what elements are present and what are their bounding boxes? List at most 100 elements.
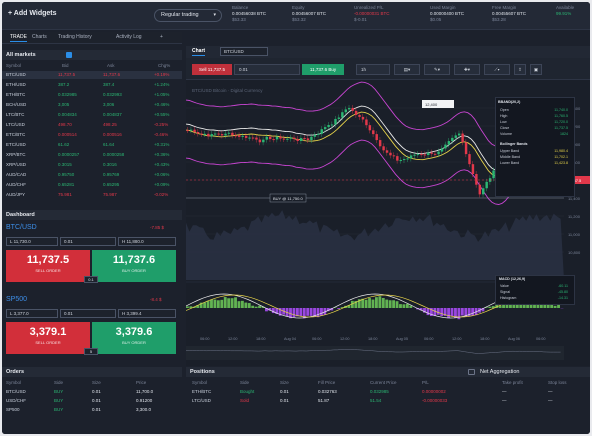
chart-buy-button[interactable]: 11,737.6 Buy	[302, 64, 344, 75]
candle-body	[365, 119, 368, 126]
stop-loss-input[interactable]: L 11,730.0	[6, 237, 58, 246]
macd-histogram-bar	[553, 305, 557, 308]
column-header: Take profit	[502, 380, 523, 385]
tab-activity-log[interactable]: Activity Log	[116, 34, 142, 40]
candle-body	[262, 139, 265, 143]
chart-type-button[interactable]: ▤▾	[394, 64, 420, 75]
candle-body	[409, 155, 413, 159]
tab-add[interactable]: +	[160, 34, 163, 40]
market-row[interactable]: AUD/JPY 75.981 75.987 -0.02%	[2, 191, 182, 199]
sell-order-button[interactable]: 11,737.5 SELL ORDER	[6, 250, 90, 282]
y-tick-label: 11,000	[568, 232, 581, 237]
market-row[interactable]: XRP/USD 0.3015 0.3016 +0.43%	[2, 161, 182, 169]
candle-body	[289, 137, 293, 139]
trading-mode-select[interactable]: Regular trading ▾	[154, 9, 222, 22]
dashboard-symbol[interactable]: BTC/USD	[6, 224, 37, 231]
candle-body	[255, 137, 258, 140]
chart-sell-button[interactable]: Sell 11,737.5	[192, 64, 232, 75]
positions-panel: Positions Net Aggregation Symbol Side Size…	[186, 367, 590, 434]
candle-body	[334, 118, 337, 125]
stop-loss-input[interactable]: L 3,377.0	[6, 309, 58, 318]
candle-body	[272, 139, 275, 141]
markets-settings-icon[interactable]	[66, 52, 72, 58]
spread-badge: 0.1	[84, 276, 98, 283]
chart-tab[interactable]: Chart	[192, 48, 206, 56]
market-row[interactable]: BCH/USD 3,005 3,006 +0.46%	[2, 101, 182, 109]
order-row[interactable]: BTC/USD BUY 0.01 11,700.0	[2, 388, 182, 396]
column-header: Stop loss	[548, 380, 567, 385]
drawing-tools-button[interactable]: ⟋▾	[484, 64, 510, 75]
candle-body	[313, 134, 317, 137]
take-profit-input[interactable]: H 11,880.0	[118, 237, 176, 246]
lots-input[interactable]: 0.01	[60, 237, 116, 246]
position-pl: 0.00000002	[422, 389, 446, 394]
market-bid: 3,005	[58, 102, 70, 107]
add-widgets-button[interactable]: + Add Widgets	[8, 10, 56, 17]
indicators-button[interactable]: ✎▾	[424, 64, 450, 75]
candle-body	[220, 134, 224, 136]
column-header: Ask	[107, 63, 115, 68]
macd-key: Value	[500, 284, 509, 288]
column-header: Side	[240, 380, 250, 385]
dashboard-symbol[interactable]: SP500	[6, 296, 27, 303]
market-row[interactable]: ETC/USD 61.62 61.64 +0.31%	[2, 141, 182, 149]
sell-price: 3,379.1	[29, 326, 67, 338]
market-row[interactable]: LTC/USD 498.70 498.25 -0.25%	[2, 121, 182, 129]
time-navigator[interactable]	[186, 346, 564, 360]
net-aggregation-checkbox[interactable]	[468, 369, 475, 375]
order-row[interactable]: USD/CHF BUY 0.01 0.91200	[2, 397, 182, 405]
buy-order-button[interactable]: 11,737.6 BUY ORDER	[92, 250, 176, 282]
market-row[interactable]: ETH/BTC 0.032985 0.032993 +1.05%	[2, 91, 182, 99]
ohlc-key: Open	[500, 108, 509, 112]
tab-charts[interactable]: Charts	[32, 34, 47, 40]
bollinger-value: 11,980.4	[554, 149, 568, 153]
macd-histogram-bar	[237, 301, 241, 308]
candle-body	[358, 114, 361, 117]
market-bid: 0.95750	[58, 172, 75, 177]
market-row[interactable]: BTC/USD 11,737.5 11,737.6 +0.19%	[2, 71, 182, 79]
candle-body	[385, 150, 389, 153]
candle-body	[279, 136, 282, 139]
order-row[interactable]: SP500 BUY 0.01 3,300.0	[2, 406, 182, 414]
market-row[interactable]: XRP/BTC 0.0000257 0.0000258 +0.36%	[2, 151, 182, 159]
macd-histogram-bar	[258, 305, 261, 308]
position-row[interactable]: LTC/USD Sold 0.01 51.87 51.54 -0.00000033 — —	[186, 397, 590, 405]
position-row[interactable]: ETH/BTC Bought 0.01 0.032763 0.032985 0.00000…	[186, 388, 590, 396]
market-row[interactable]: ETH/USD 387.2 387.4 +1.24%	[2, 81, 182, 89]
template-button[interactable]: ⇪	[514, 64, 526, 75]
take-profit-input[interactable]: H 3,399.4	[118, 309, 176, 318]
candle-body	[265, 136, 268, 140]
y-tick-label: 10,800	[568, 250, 581, 255]
macd-histogram-bar	[402, 304, 406, 308]
tab-trade[interactable]: TRADE	[10, 34, 27, 42]
position-take-profit: —	[502, 389, 507, 394]
candle-body	[296, 139, 299, 142]
market-row[interactable]: ETC/BTC 0.000514 0.000516 -0.46%	[2, 131, 182, 139]
chart-lots-select[interactable]: 0.01	[234, 64, 300, 75]
candle-body	[392, 155, 396, 157]
market-ask: 0.000516	[103, 132, 122, 137]
candle-body	[310, 136, 313, 141]
tab-trading-history[interactable]: Trading History	[58, 34, 92, 40]
bollinger-value: 11,702.1	[554, 155, 568, 159]
market-ask: 0.004837	[103, 112, 122, 117]
crosshair-button[interactable]: ✚▾	[454, 64, 480, 75]
account-stat: Free Margin 0.00455607 BTC $53.28	[492, 5, 526, 23]
candle-body	[464, 142, 468, 155]
market-row[interactable]: AUD/CAD 0.95750 0.95769 +0.06%	[2, 171, 182, 179]
position-side: Sold	[240, 398, 250, 403]
chart-tabs: Chart BTC/USD	[186, 46, 590, 58]
market-row[interactable]: AUD/CHF 0.65281 0.65295 +0.09%	[2, 181, 182, 189]
market-row[interactable]: LTC/BTC 0.004834 0.004837 +0.55%	[2, 111, 182, 119]
buy-order-button[interactable]: 3,379.6 BUY ORDER	[92, 322, 176, 354]
lots-input[interactable]: 0.01	[60, 309, 116, 318]
candle-body	[330, 124, 334, 126]
market-ask: 3,006	[103, 102, 115, 107]
candle-body	[258, 139, 262, 143]
stat-sub-value: $0.05	[430, 17, 442, 22]
candle-body	[306, 138, 310, 141]
screenshot-button[interactable]: ▣	[530, 64, 542, 75]
interval-select[interactable]: 1h	[356, 64, 390, 75]
sell-order-button[interactable]: 3,379.1 SELL ORDER	[6, 322, 90, 354]
chart-symbol-input[interactable]: BTC/USD	[220, 47, 268, 56]
